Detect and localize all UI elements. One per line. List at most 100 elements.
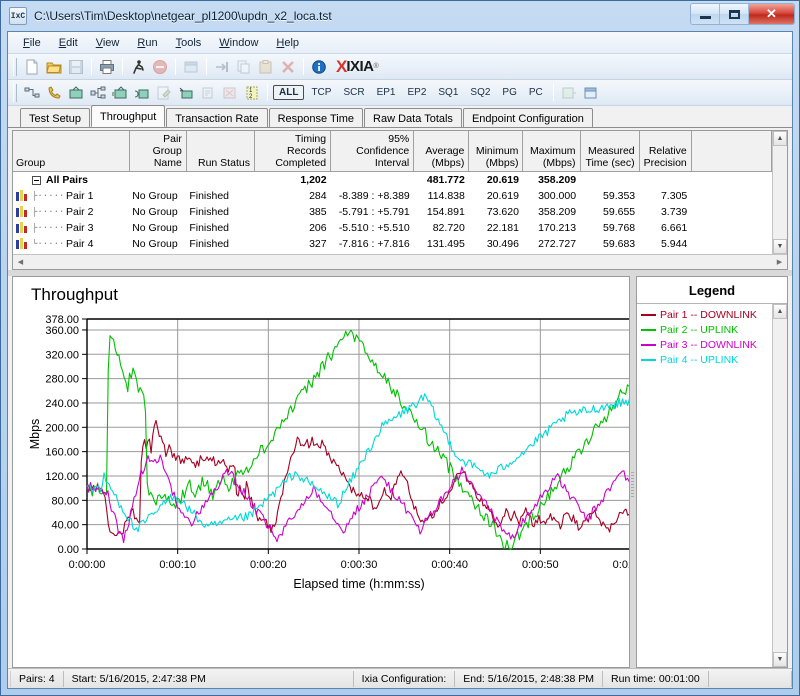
video-pair-icon[interactable] — [65, 82, 87, 104]
maximize-icon — [728, 9, 740, 19]
col-relative-precision[interactable]: Relative Precision — [639, 131, 692, 172]
print-icon[interactable] — [96, 56, 118, 78]
export-icon[interactable] — [558, 82, 580, 104]
tab-endpoint-configuration[interactable]: Endpoint Configuration — [462, 108, 593, 127]
filter-sq1[interactable]: SQ1 — [433, 86, 463, 99]
report-icon[interactable] — [580, 82, 602, 104]
cell-run-status: Finished — [189, 206, 230, 218]
tree-connector: ├····· — [32, 207, 65, 217]
new-document-icon[interactable] — [21, 56, 43, 78]
add-pair-icon[interactable] — [211, 56, 233, 78]
vertical-splitter[interactable] — [630, 276, 636, 668]
menu-edit[interactable]: Edit — [50, 34, 87, 52]
collapse-icon[interactable] — [32, 175, 41, 185]
maximize-button[interactable] — [720, 4, 749, 24]
cell-maximum: 272.727 — [538, 238, 577, 250]
scroll-down-icon[interactable]: ▼ — [773, 239, 787, 254]
tab-throughput[interactable]: Throughput — [90, 105, 166, 127]
copy-pair-icon[interactable] — [233, 56, 255, 78]
info-icon[interactable] — [308, 56, 330, 78]
table-row-all-pairs[interactable]: All Pairs 1,202 481.772 20.619 358.209 — [13, 172, 772, 189]
col-measured-time[interactable]: Measured Time (sec) — [580, 131, 640, 172]
filter-pg[interactable]: PG — [497, 86, 521, 99]
col-timing-records[interactable]: Timing Records Completed — [254, 131, 332, 172]
menu-file[interactable]: File — [14, 34, 50, 52]
video-stream-icon[interactable] — [131, 82, 153, 104]
scroll-up-icon[interactable]: ▲ — [773, 131, 787, 146]
throughput-chart: 0.00 40.00 80.00 120.00 160.00 200.00 240.00 28… — [28, 314, 629, 591]
paste-pair-icon[interactable] — [255, 56, 277, 78]
svg-text:378.00: 378.00 — [45, 314, 79, 326]
list-item[interactable]: Pair 4 -- UPLINK — [641, 352, 772, 367]
half-duplex-icon[interactable]: 12 — [241, 82, 263, 104]
legend-vertical-scrollbar[interactable]: ▲ ▼ — [772, 304, 787, 667]
video-multicast-icon[interactable] — [109, 82, 131, 104]
svg-text:0.00: 0.00 — [58, 544, 79, 556]
status-bar: Pairs: 4 Start: 5/16/2015, 2:47:38 PM Ix… — [8, 668, 792, 688]
menu-view[interactable]: View — [87, 34, 129, 52]
toolbar-grip[interactable] — [13, 57, 17, 76]
throughput-chart-panel[interactable]: Throughput 0.00 40.00 80.00 120.00 160.00 200… — [12, 276, 630, 668]
menu-help[interactable]: Help — [267, 34, 308, 52]
minimize-button[interactable] — [691, 4, 720, 24]
filter-tcp[interactable]: TCP — [306, 86, 336, 99]
list-item[interactable]: Pair 1 -- DOWNLINK — [641, 307, 772, 322]
save-icon[interactable] — [65, 56, 87, 78]
menu-window[interactable]: Window — [210, 34, 267, 52]
pair-icon[interactable] — [21, 82, 43, 104]
filter-sq2[interactable]: SQ2 — [465, 86, 495, 99]
col-confidence-interval[interactable]: 95% Confidence Interval — [330, 131, 415, 172]
close-button[interactable]: ✕ — [749, 4, 794, 24]
tree-connector: ├····· — [32, 223, 65, 233]
svg-text:0:00:10: 0:00:10 — [159, 559, 196, 571]
list-item[interactable]: Pair 3 -- DOWNLINK — [641, 337, 772, 352]
svg-text:0:00:20: 0:00:20 — [250, 559, 287, 571]
edit-script-icon[interactable] — [153, 82, 175, 104]
tab-transaction-rate[interactable]: Transaction Rate — [166, 108, 268, 127]
table-row[interactable]: ├····· Pair 1 No Group Finished 284 -8.3… — [13, 188, 772, 204]
filter-pc[interactable]: PC — [524, 86, 548, 99]
legend-label-pair-2: Pair 2 -- UPLINK — [660, 323, 739, 336]
hardware-performance-icon[interactable] — [175, 82, 197, 104]
col-run-status[interactable]: Run Status — [186, 131, 255, 172]
open-folder-icon[interactable] — [43, 56, 65, 78]
menu-run[interactable]: Run — [128, 34, 166, 52]
toolbar-grip[interactable] — [13, 83, 17, 102]
datagram-icon[interactable] — [197, 82, 219, 104]
clear-results-icon[interactable] — [219, 82, 241, 104]
grid-vertical-scrollbar[interactable]: ▲ ▼ — [772, 131, 787, 254]
delete-pair-icon[interactable] — [277, 56, 299, 78]
pair-properties-icon[interactable] — [180, 56, 202, 78]
col-pair-group-name[interactable]: Pair Group Name — [129, 131, 187, 172]
legend-items: Pair 1 -- DOWNLINK Pair 2 -- UPLINK Pair… — [637, 304, 772, 667]
tab-strip: Test Setup Throughput Transaction Rate R… — [8, 105, 792, 128]
scroll-right-icon[interactable]: ▶ — [772, 256, 787, 269]
cell-average: 481.772 — [426, 174, 465, 186]
filter-ep2[interactable]: EP2 — [402, 86, 431, 99]
scroll-down-icon[interactable]: ▼ — [773, 652, 787, 667]
scroll-left-icon[interactable]: ◀ — [13, 256, 28, 269]
filter-ep1[interactable]: EP1 — [372, 86, 401, 99]
filter-scr[interactable]: SCR — [338, 86, 369, 99]
list-item[interactable]: Pair 2 -- UPLINK — [641, 322, 772, 337]
tab-response-time[interactable]: Response Time — [268, 108, 364, 127]
tab-raw-data-totals[interactable]: Raw Data Totals — [364, 108, 462, 127]
col-group[interactable]: Group — [13, 131, 130, 172]
table-row[interactable]: ├····· Pair 2 No Group Finished 385 -5.7… — [13, 204, 772, 220]
multicast-pair-icon[interactable] — [87, 82, 109, 104]
col-average[interactable]: Average (Mbps) — [413, 131, 470, 172]
grid-horizontal-scrollbar[interactable]: ◀ ▶ — [13, 254, 787, 269]
tab-test-setup[interactable]: Test Setup — [20, 108, 90, 127]
run-icon[interactable] — [127, 56, 149, 78]
stop-icon[interactable] — [149, 56, 171, 78]
filter-all[interactable]: ALL — [273, 85, 305, 100]
voip-pair-icon[interactable] — [43, 82, 65, 104]
col-minimum[interactable]: Minimum (Mbps) — [468, 131, 524, 172]
table-row[interactable]: ├····· Pair 3 No Group Finished 206 -5.5… — [13, 220, 772, 236]
col-maximum[interactable]: Maximum (Mbps) — [522, 131, 581, 172]
menu-tools[interactable]: Tools — [167, 34, 211, 52]
legend-swatch-pair-4 — [641, 358, 656, 361]
scroll-up-icon[interactable]: ▲ — [773, 304, 787, 319]
table-row[interactable]: └····· Pair 4 No Group Finished 327 -7.8… — [13, 236, 772, 252]
svg-text:Elapsed time (h:mm:ss): Elapsed time (h:mm:ss) — [293, 577, 424, 591]
